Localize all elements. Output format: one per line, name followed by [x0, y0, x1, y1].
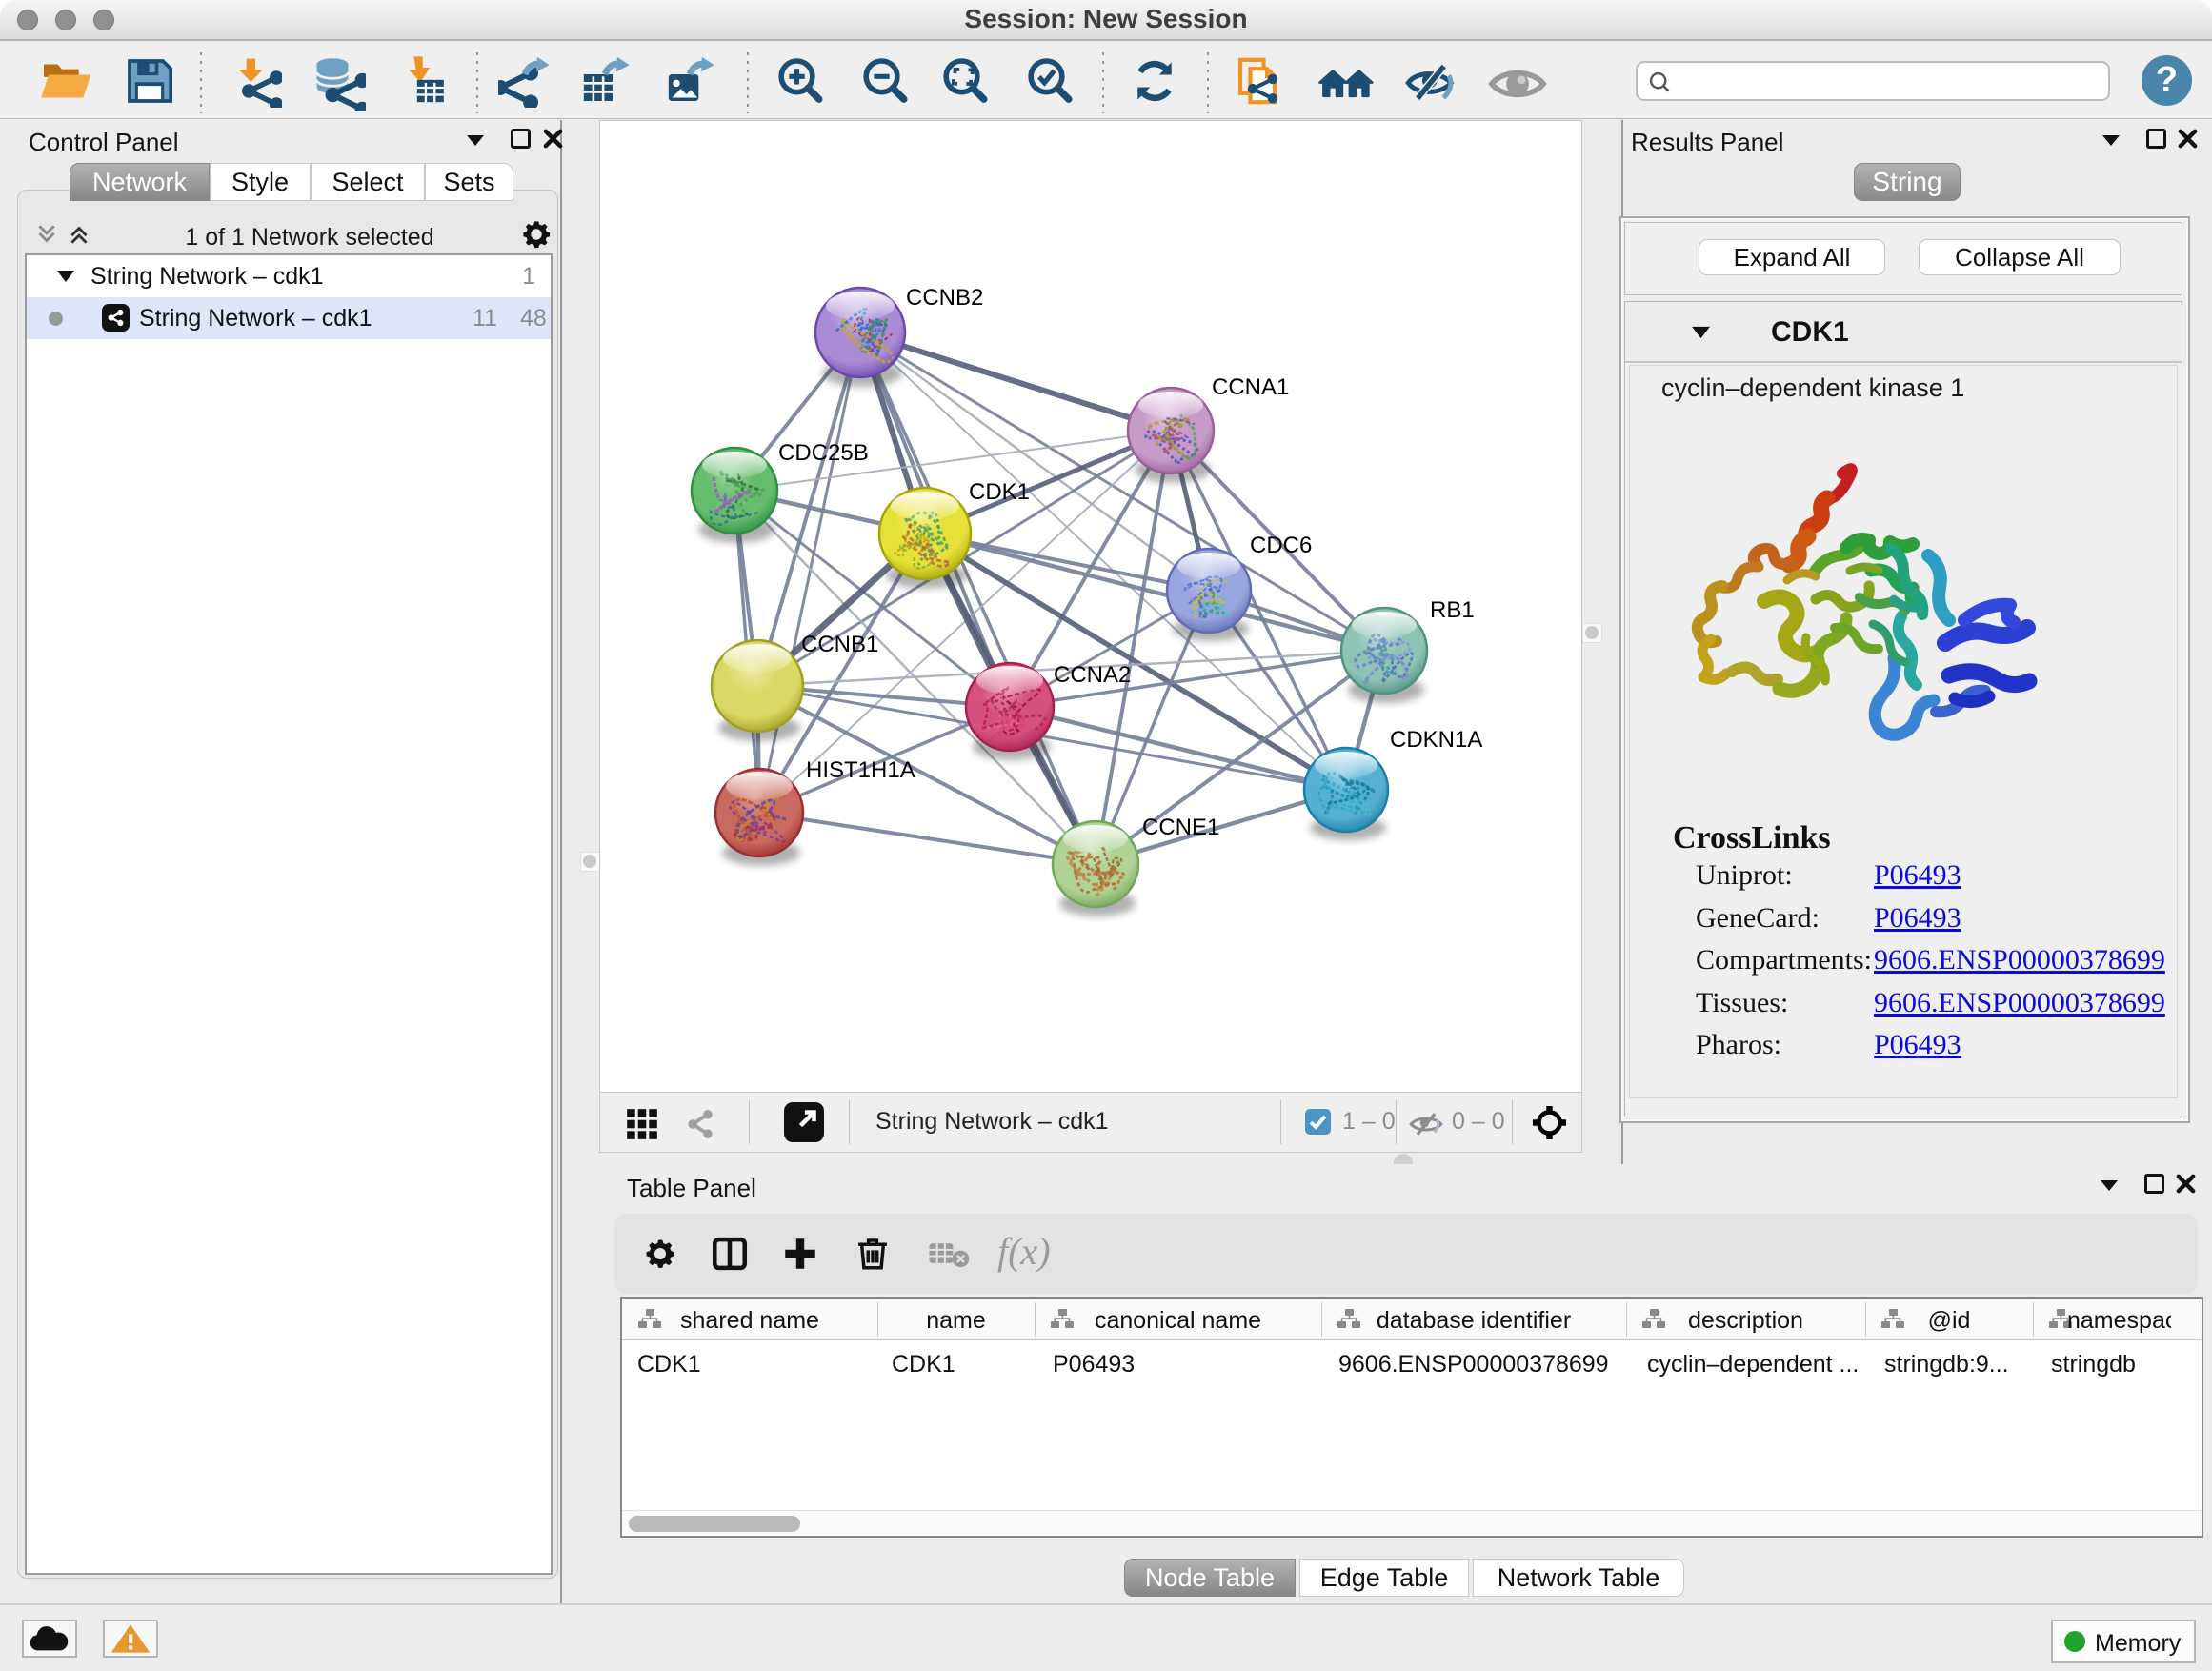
svg-text:HIST1H1A: HIST1H1A	[806, 757, 915, 783]
svg-text:CDC6: CDC6	[1250, 533, 1312, 558]
svg-text:CDK1: CDK1	[969, 479, 1030, 505]
svg-text:CCNB1: CCNB1	[801, 632, 878, 657]
svg-text:CDKN1A: CDKN1A	[1390, 727, 1482, 753]
svg-text:CCNA2: CCNA2	[1054, 662, 1131, 688]
svg-text:CCNB2: CCNB2	[906, 285, 983, 311]
svg-text:CCNE1: CCNE1	[1142, 815, 1219, 840]
svg-text:CDC25B: CDC25B	[778, 440, 869, 466]
svg-text:RB1: RB1	[1430, 597, 1475, 623]
svg-text:CCNA1: CCNA1	[1212, 374, 1289, 400]
